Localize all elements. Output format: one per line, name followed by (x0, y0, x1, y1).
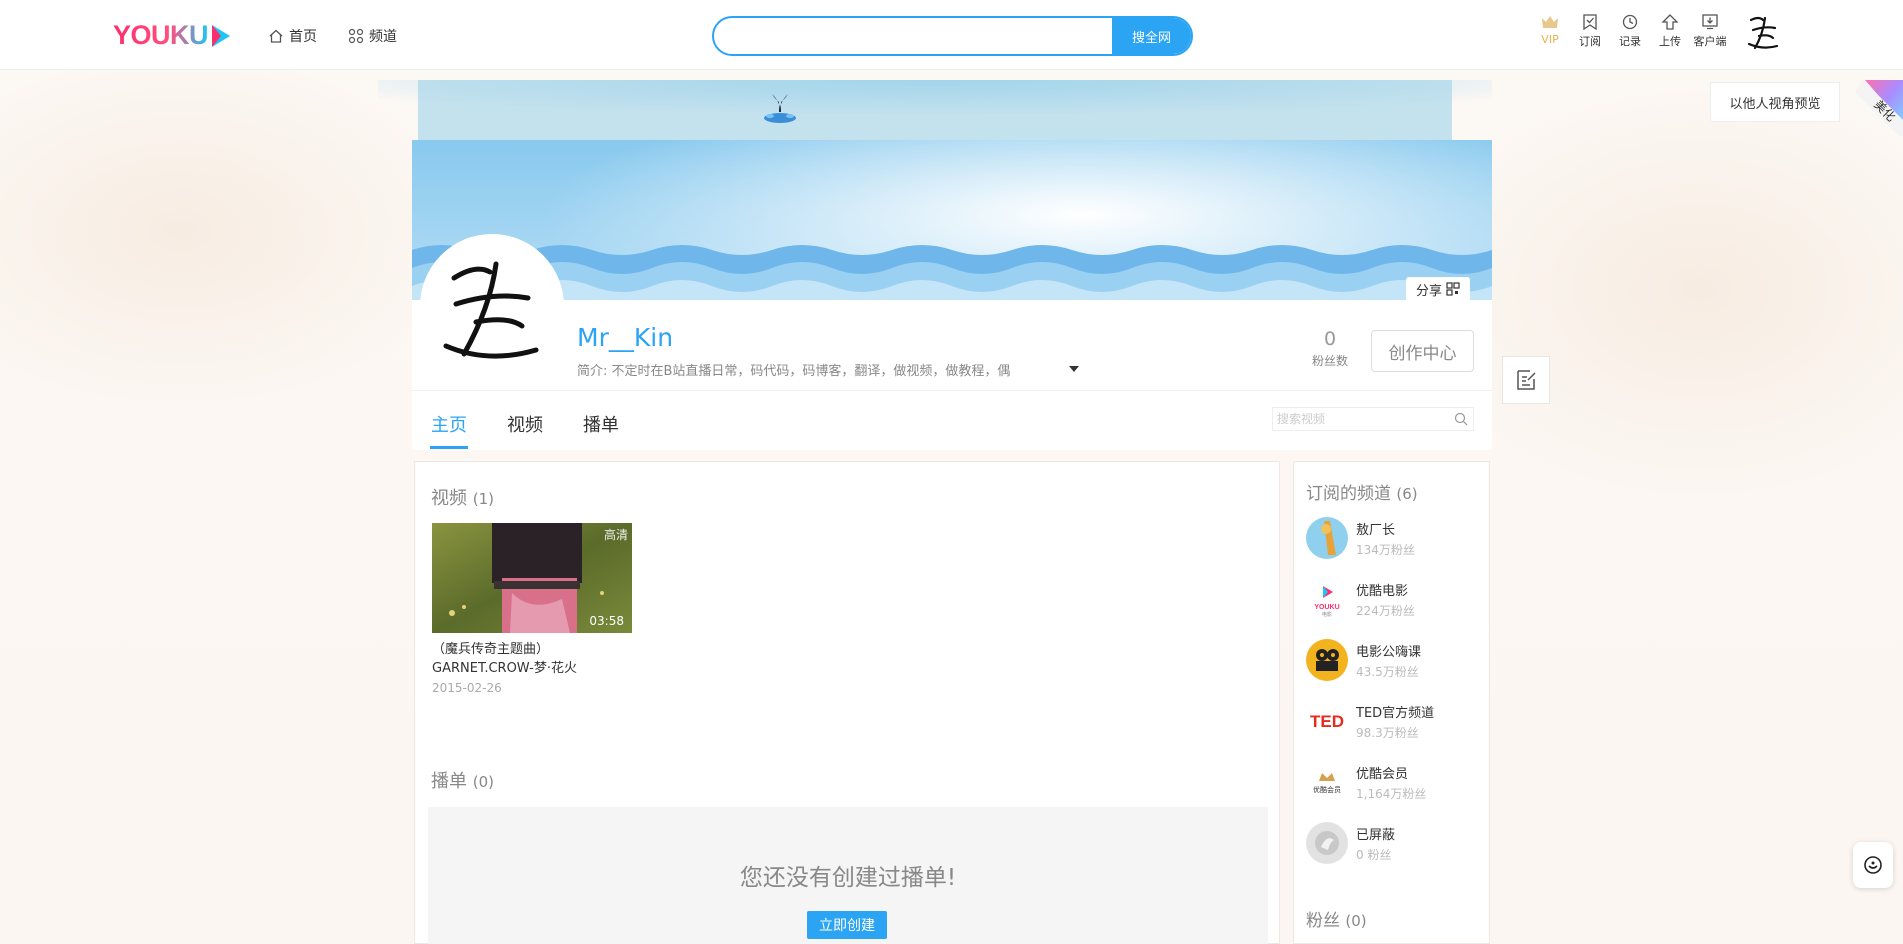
video-title-link[interactable]: （魔兵传奇主题曲）GARNET.CROW-梦·花火 (432, 640, 632, 678)
vip-button[interactable]: VIP (1530, 14, 1570, 46)
subscription-item[interactable]: 敖厂长 134万粉丝 (1306, 517, 1486, 561)
tab-videos[interactable]: 视频 (507, 411, 543, 437)
channel-avatar: YOUKU 电影 (1306, 578, 1348, 620)
active-tab-indicator (430, 446, 468, 449)
profile-avatar[interactable] (420, 234, 564, 378)
banner-top-strip (378, 80, 1492, 140)
clock-icon (1622, 14, 1638, 30)
search-icon[interactable] (1454, 412, 1468, 426)
preview-as-visitor-button[interactable]: 以他人视角预览 (1710, 82, 1840, 122)
subscription-item[interactable]: TED TED官方频道 98.3万粉丝 (1306, 700, 1486, 744)
tab-home[interactable]: 主页 (431, 411, 467, 437)
beautify-ribbon[interactable]: 美化 (1855, 80, 1903, 136)
svg-text:优酷会员: 优酷会员 (1313, 785, 1341, 794)
client-download-button[interactable]: 客户端 (1690, 14, 1730, 49)
playlists-section-title: 播单 (0) (431, 771, 494, 792)
fans-counter[interactable]: 0 粉丝数 (1300, 328, 1360, 369)
channel-avatar: 优酷会员 (1306, 761, 1348, 803)
channel-avatar (1306, 822, 1348, 864)
tab-playlists[interactable]: 播单 (583, 411, 619, 437)
home-icon (269, 29, 283, 43)
channel-avatar: TED (1306, 700, 1348, 742)
global-search: 搜全网 (712, 16, 1193, 56)
playlists-empty-text: 您还没有创建过播单! (739, 865, 957, 891)
video-duration: 03:58 (589, 614, 624, 628)
video-search-input[interactable] (1273, 408, 1449, 430)
creator-center-button[interactable]: 创作中心 (1371, 330, 1474, 372)
upload-icon (1661, 14, 1679, 30)
global-search-input[interactable] (714, 18, 1114, 54)
create-playlist-button[interactable]: 立即创建 (807, 911, 887, 939)
followers-title: 粉丝 (0) (1306, 911, 1367, 931)
user-avatar-menu[interactable] (1745, 14, 1781, 54)
upload-tool-button[interactable]: 上传 (1650, 14, 1690, 49)
video-search-box (1272, 407, 1474, 431)
subscription-item[interactable]: YOUKU 电影 优酷电影 224万粉丝 (1306, 578, 1486, 622)
top-navigation-bar: YOUKU 首页 频道 搜全网 VIP 订阅 记录 上传 客户端 (0, 0, 1903, 70)
hd-badge: 高清 (603, 528, 628, 542)
channel-avatar (1306, 639, 1348, 681)
search-all-button[interactable]: 搜全网 (1112, 18, 1191, 54)
edit-note-icon (1517, 370, 1536, 390)
bio-expand-arrow-icon[interactable] (1069, 366, 1079, 372)
edit-profile-button[interactable] (1502, 356, 1550, 404)
logo-play-icon (212, 24, 231, 47)
download-icon (1702, 14, 1718, 30)
bookmark-icon (1583, 14, 1597, 30)
nav-home-link[interactable]: 首页 (268, 26, 317, 46)
profile-bio: 简介: 不定时在B站直播日常，码代码，码博客，翻译，做视频，做教程，偶 (577, 364, 1011, 379)
subscriptions-title: 订阅的频道 (6) (1306, 484, 1418, 504)
signature-avatar-icon (424, 238, 560, 374)
video-date: 2015-02-26 (432, 681, 502, 695)
signature-avatar-icon (1747, 16, 1779, 50)
crown-icon (1542, 16, 1558, 28)
whale-tail-icon (764, 94, 796, 123)
customer-service-button[interactable] (1853, 842, 1893, 888)
subscribe-tool-button[interactable]: 订阅 (1570, 14, 1610, 49)
nav-channels-link[interactable]: 频道 (348, 26, 397, 46)
subscription-item[interactable]: 已屏蔽 0 粉丝 (1306, 822, 1486, 866)
history-tool-button[interactable]: 记录 (1610, 14, 1650, 49)
svg-text:电影: 电影 (1322, 611, 1332, 618)
support-icon (1864, 856, 1882, 874)
grid-icon (348, 28, 364, 44)
subscription-item[interactable]: 优酷会员 优酷会员 1,164万粉丝 (1306, 761, 1486, 805)
profile-username: Mr__Kin (577, 323, 674, 352)
video-thumbnail[interactable]: 高清 03:58 (432, 523, 632, 633)
share-button[interactable]: 分享 (1406, 277, 1470, 301)
channel-avatar (1306, 517, 1348, 559)
svg-text:TED: TED (1310, 712, 1344, 731)
videos-section-title: 视频 (1) (431, 488, 494, 509)
youku-logo[interactable]: YOUKU (113, 20, 231, 51)
svg-text:YOUKU: YOUKU (1314, 604, 1339, 611)
subscription-item[interactable]: 电影公嗨课 43.5万粉丝 (1306, 639, 1486, 683)
qrcode-icon (1446, 282, 1460, 296)
